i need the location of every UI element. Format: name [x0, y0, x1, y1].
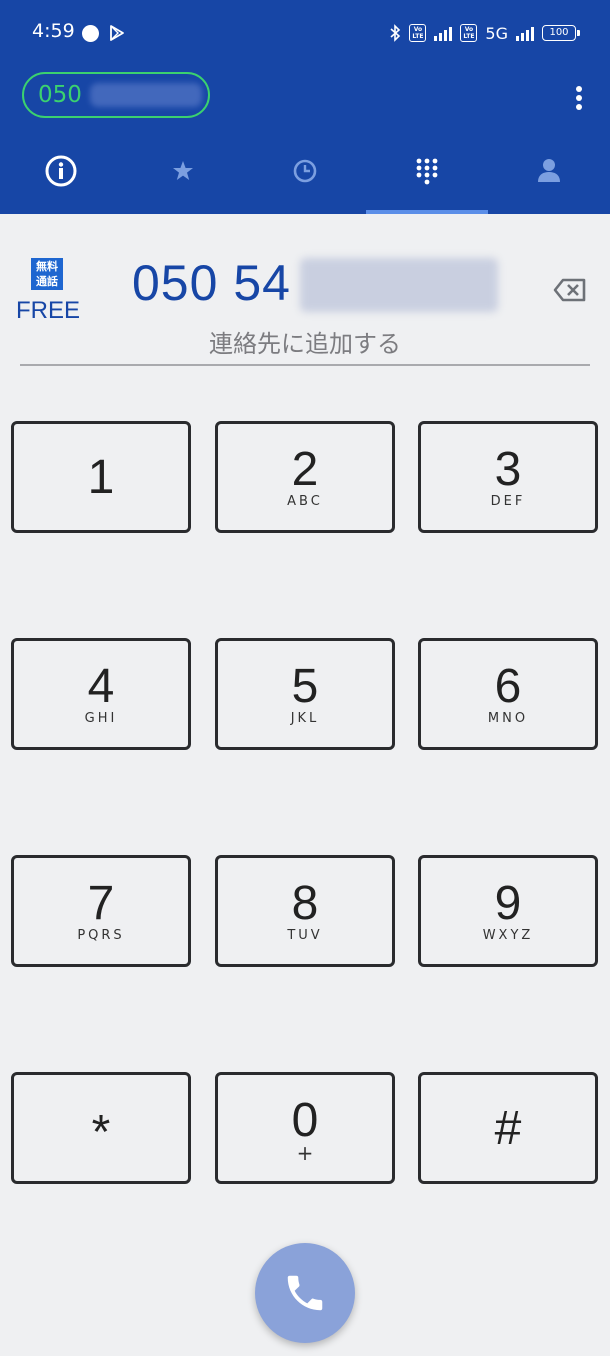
divider	[20, 364, 590, 366]
key-digit: 6	[494, 660, 522, 713]
tab-favorites[interactable]	[122, 144, 244, 214]
person-icon	[538, 159, 560, 182]
key-letters: JKL	[290, 711, 320, 726]
volte-icon-2: Vo LTE	[460, 24, 478, 42]
free-badge-top: 無料	[36, 260, 58, 273]
key-letters: ABC	[287, 494, 323, 509]
active-tab-indicator	[366, 210, 488, 214]
phone-icon	[287, 1275, 323, 1311]
account-number-pill[interactable]: 050	[22, 72, 210, 118]
status-icons: Vo LTE Vo LTE 5G 100	[389, 22, 580, 44]
signal-bars-icon	[434, 26, 453, 41]
dialed-number: 050 54	[132, 255, 291, 311]
status-time: 4:59	[32, 20, 75, 42]
key-digit: 9	[494, 877, 522, 930]
tab-bar	[0, 144, 610, 214]
bluetooth-icon	[390, 24, 401, 42]
key-6[interactable]: 6 MNO	[418, 638, 598, 750]
add-contact-link[interactable]: 連絡先に追加する	[0, 324, 610, 359]
play-store-icon	[110, 25, 124, 41]
key-digit: 4	[87, 660, 115, 713]
key-letters: TUV	[287, 928, 323, 943]
key-1[interactable]: 1	[11, 421, 191, 533]
key-hash[interactable]: #	[418, 1072, 598, 1184]
key-7[interactable]: 7 PQRS	[11, 855, 191, 967]
key-letters: GHI	[84, 711, 118, 726]
key-digit: 1	[87, 451, 115, 504]
star-icon	[173, 161, 193, 180]
battery-icon: 100	[542, 25, 580, 41]
key-digit: #	[494, 1102, 522, 1155]
key-letters: MNO	[487, 711, 529, 726]
info-icon	[45, 155, 77, 187]
key-digit: 0	[291, 1094, 319, 1147]
account-number: 050	[38, 82, 82, 108]
key-star[interactable]: *	[11, 1072, 191, 1184]
notification-dot-icon	[82, 25, 99, 42]
key-plus: +	[296, 1141, 314, 1165]
key-digit: 7	[87, 877, 115, 930]
key-letters: PQRS	[77, 928, 125, 943]
backspace-icon[interactable]	[553, 277, 587, 303]
key-5[interactable]: 5 JKL	[215, 638, 395, 750]
key-digit: 5	[291, 660, 319, 713]
more-options-icon[interactable]	[566, 84, 592, 112]
key-4[interactable]: 4 GHI	[11, 638, 191, 750]
key-digit: 3	[494, 443, 522, 496]
tab-info[interactable]	[0, 144, 122, 214]
key-digit: *	[91, 1106, 111, 1159]
key-8[interactable]: 8 TUV	[215, 855, 395, 967]
key-0[interactable]: 0 +	[215, 1072, 395, 1184]
redacted-number	[90, 83, 202, 107]
key-3[interactable]: 3 DEF	[418, 421, 598, 533]
redacted-digits	[300, 258, 498, 312]
tab-contacts[interactable]	[488, 144, 610, 214]
clock-icon	[293, 159, 317, 183]
tab-history[interactable]	[244, 144, 366, 214]
free-label: FREE	[16, 297, 81, 324]
free-badge-bottom: 通話	[36, 275, 58, 288]
volte-icon: Vo LTE	[409, 24, 427, 42]
signal-bars-icon-2	[516, 26, 534, 41]
network-type: 5G	[485, 23, 508, 43]
key-2[interactable]: 2 ABC	[215, 421, 395, 533]
key-digit: 8	[291, 877, 319, 930]
free-call-icon: 無料 通話	[31, 258, 63, 290]
key-letters: WXYZ	[482, 928, 534, 943]
key-9[interactable]: 9 WXYZ	[418, 855, 598, 967]
status-bar: 4:59 Vo LTE Vo LTE 5G 100	[0, 0, 610, 66]
key-digit: 2	[291, 443, 319, 496]
dialpad-icon	[416, 158, 438, 185]
key-letters: DEF	[490, 494, 526, 509]
call-button[interactable]	[255, 1243, 355, 1343]
free-call-badge: 無料 通話 FREE	[16, 258, 81, 328]
tab-keypad[interactable]	[366, 144, 488, 214]
app-header: 4:59 Vo LTE Vo LTE 5G 100 050	[0, 0, 610, 214]
